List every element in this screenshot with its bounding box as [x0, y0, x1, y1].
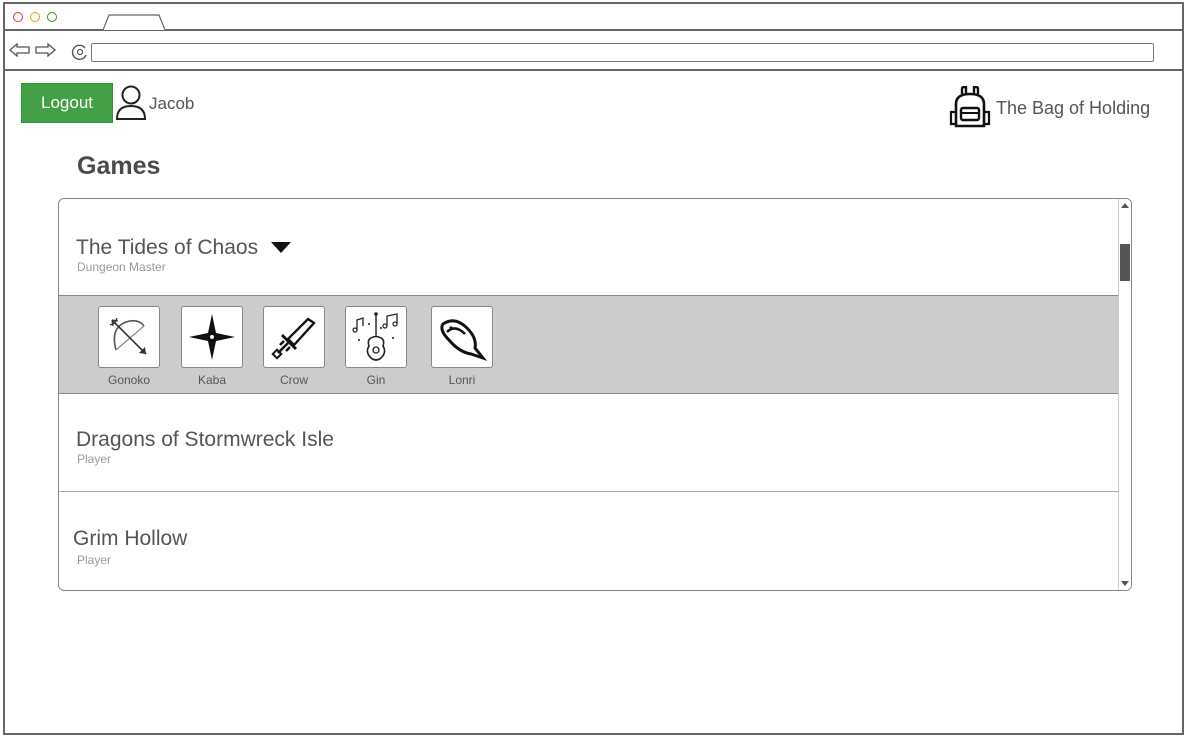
game-role: Player	[77, 452, 112, 466]
character-name: Gin	[366, 373, 386, 387]
fish-icon	[440, 319, 487, 361]
scrollbar[interactable]	[1118, 199, 1131, 590]
character-card[interactable]: Crow	[263, 306, 325, 387]
game-title: Grim Hollow	[73, 527, 188, 550]
sword-icon	[271, 317, 316, 360]
browser-titlebar	[5, 4, 1182, 31]
page-title: Games	[77, 152, 161, 180]
character-portrait[interactable]	[181, 306, 243, 368]
brand-name: The Bag of Holding	[996, 98, 1151, 118]
game-role: Player	[77, 553, 112, 567]
character-card[interactable]: Gin	[345, 306, 407, 387]
character-name: Crow	[279, 373, 308, 387]
browser-navbar	[5, 31, 1182, 71]
dropdown-caret-icon[interactable]	[271, 242, 291, 254]
character-name: Gonoko	[107, 373, 151, 387]
scroll-down-arrow-icon[interactable]	[1121, 581, 1129, 586]
bow-arrow-icon	[109, 317, 147, 355]
game-row[interactable]: The Tides of Chaos Dungeon Master	[59, 199, 1119, 295]
logout-button[interactable]: Logout	[22, 84, 112, 122]
username-label: Jacob	[149, 94, 195, 113]
scroll-up-arrow-icon[interactable]	[1121, 203, 1129, 208]
character-name: Kaba	[197, 373, 227, 387]
game-row[interactable]: Dragons of Stormwreck Isle Player	[59, 394, 1119, 492]
maximize-window-button[interactable]	[47, 12, 57, 22]
user-icon	[115, 85, 147, 120]
character-tray: Gonoko Kaba Crow Gin Lonri	[59, 295, 1119, 394]
character-card[interactable]: Lonri	[431, 306, 493, 387]
reload-icon[interactable]	[71, 43, 89, 61]
game-role: Dungeon Master	[77, 260, 166, 274]
scrollbar-thumb[interactable]	[1120, 244, 1130, 281]
character-portrait[interactable]	[345, 306, 407, 368]
games-list: The Tides of Chaos Dungeon Master Gonoko	[58, 198, 1132, 591]
close-window-button[interactable]	[13, 12, 23, 22]
character-portrait[interactable]	[431, 306, 493, 368]
game-title: The Tides of Chaos	[76, 236, 259, 259]
shuriken-icon	[189, 314, 235, 360]
address-bar[interactable]	[91, 43, 1154, 62]
minimize-window-button[interactable]	[30, 12, 40, 22]
forward-arrow-icon[interactable]	[34, 42, 56, 58]
character-portrait[interactable]	[263, 306, 325, 368]
guitar-music-icon	[352, 312, 398, 361]
character-name: Lonri	[448, 373, 476, 387]
character-portrait[interactable]	[98, 306, 160, 368]
character-card[interactable]: Kaba	[181, 306, 243, 387]
game-row[interactable]: Grim Hollow Player	[59, 492, 1119, 590]
browser-tab[interactable]	[103, 14, 165, 30]
back-arrow-icon[interactable]	[9, 42, 31, 58]
backpack-icon	[949, 86, 991, 128]
character-card[interactable]: Gonoko	[98, 306, 160, 387]
game-title: Dragons of Stormwreck Isle	[76, 428, 334, 451]
